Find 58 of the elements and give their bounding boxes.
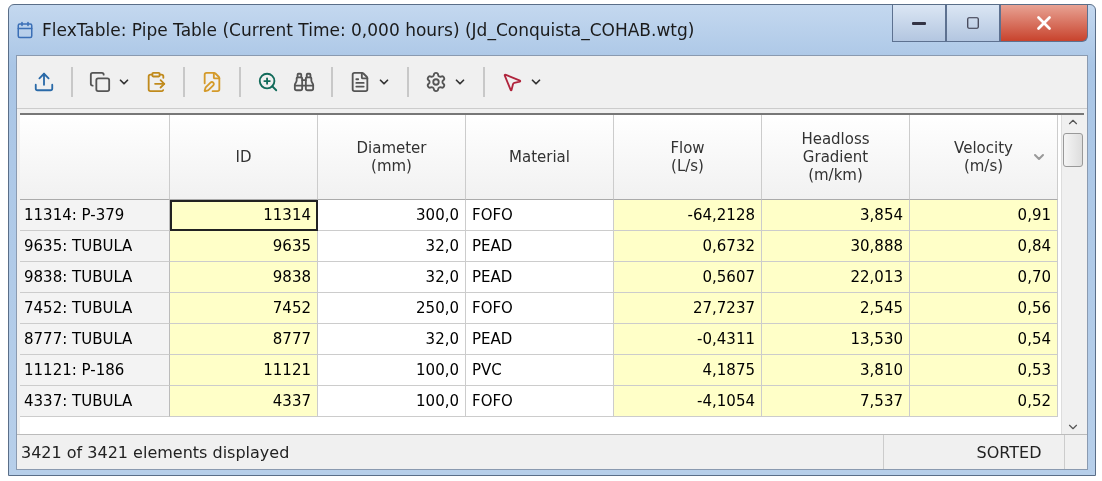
table-cell[interactable]: -64,2128: [614, 200, 762, 231]
row-header[interactable]: 4337: TUBULA: [20, 386, 170, 417]
row-header[interactable]: 9838: TUBULA: [20, 262, 170, 293]
table-cell[interactable]: PEAD: [466, 262, 614, 293]
table-cell[interactable]: 3,854: [762, 200, 910, 231]
status-mode: SORTED: [954, 435, 1065, 469]
table-cell[interactable]: 27,7237: [614, 293, 762, 324]
column-header[interactable]: Velocity (m/s): [910, 115, 1058, 200]
table-cell[interactable]: 4337: [170, 386, 318, 417]
table-cell[interactable]: 32,0: [318, 324, 466, 355]
column-header[interactable]: Material: [466, 115, 614, 200]
table-cell[interactable]: 2,545: [762, 293, 910, 324]
table-cell[interactable]: 100,0: [318, 386, 466, 417]
table-cell[interactable]: 0,52: [910, 386, 1058, 417]
table-cell[interactable]: 30,888: [762, 231, 910, 262]
table-cell[interactable]: 7452: [170, 293, 318, 324]
row-header[interactable]: 9635: TUBULA: [20, 231, 170, 262]
table-cell[interactable]: 250,0: [318, 293, 466, 324]
table-cell[interactable]: 0,91: [910, 200, 1058, 231]
table-cell[interactable]: 8777: [170, 324, 318, 355]
table-cell[interactable]: 3,810: [762, 355, 910, 386]
table-cell[interactable]: 0,56: [910, 293, 1058, 324]
table-cell[interactable]: 9838: [170, 262, 318, 293]
row-header[interactable]: 11314: P-379: [20, 200, 170, 231]
table-cell[interactable]: 11314: [170, 200, 318, 231]
table-cell[interactable]: -0,4311: [614, 324, 762, 355]
table-cell[interactable]: PEAD: [466, 324, 614, 355]
table-cell[interactable]: 32,0: [318, 231, 466, 262]
table-cell[interactable]: 0,70: [910, 262, 1058, 293]
table-cell[interactable]: -4,1054: [614, 386, 762, 417]
table-cell[interactable]: 0,6732: [614, 231, 762, 262]
table-cell[interactable]: PVC: [466, 355, 614, 386]
table-cell[interactable]: 0,54: [910, 324, 1058, 355]
table-cell[interactable]: 300,0: [318, 200, 466, 231]
column-header[interactable]: Flow (L/s): [614, 115, 762, 200]
status-message: 3421 of 3421 elements displayed: [17, 435, 884, 469]
table-cell[interactable]: 32,0: [318, 262, 466, 293]
table-cell[interactable]: 4,1875: [614, 355, 762, 386]
row-header[interactable]: 11121: P-186: [20, 355, 170, 386]
table-cell[interactable]: FOFO: [466, 386, 614, 417]
column-header[interactable]: Headloss Gradient (m/km): [762, 115, 910, 200]
table-cell[interactable]: 13,530: [762, 324, 910, 355]
window-title: FlexTable: Pipe Table (Current Time: 0,000 hours) (Jd_Conquista_COHAB.wtg): [42, 20, 696, 40]
table-cell[interactable]: 22,013: [762, 262, 910, 293]
table-cell[interactable]: 9635: [170, 231, 318, 262]
table-cell[interactable]: 0,5607: [614, 262, 762, 293]
table-cell[interactable]: FOFO: [466, 293, 614, 324]
table-cell[interactable]: 7,537: [762, 386, 910, 417]
table-cell[interactable]: 0,84: [910, 231, 1058, 262]
column-header[interactable]: ID: [170, 115, 318, 200]
row-header[interactable]: 7452: TUBULA: [20, 293, 170, 324]
table-cell[interactable]: 0,53: [910, 355, 1058, 386]
table-cell[interactable]: 11121: [170, 355, 318, 386]
table-cell[interactable]: PEAD: [466, 231, 614, 262]
column-header[interactable]: Diameter (mm): [318, 115, 466, 200]
table-cell[interactable]: FOFO: [466, 200, 614, 231]
table-cell[interactable]: 100,0: [318, 355, 466, 386]
row-header[interactable]: 8777: TUBULA: [20, 324, 170, 355]
